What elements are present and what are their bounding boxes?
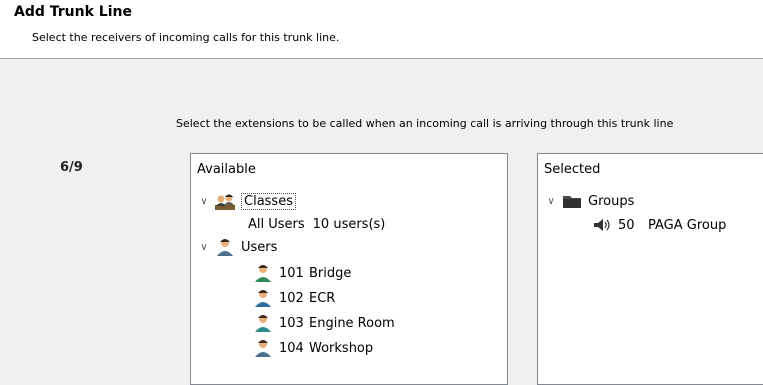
group-number: 50 bbox=[618, 217, 635, 233]
folder-icon bbox=[562, 192, 582, 210]
speaker-icon bbox=[592, 216, 612, 234]
page-title: Add Trunk Line bbox=[14, 4, 132, 20]
step-indicator: 6/9 bbox=[60, 160, 83, 175]
user-item[interactable]: 101 Bridge bbox=[253, 262, 351, 284]
available-list[interactable]: Available ∨ Classes All Users 10 users(s… bbox=[190, 153, 508, 385]
tree-node-users[interactable]: ∨ Users bbox=[197, 236, 277, 258]
wizard-header: Add Trunk Line Select the receivers of i… bbox=[0, 0, 763, 58]
chevron-down-icon[interactable]: ∨ bbox=[197, 242, 211, 253]
user-name: Workshop bbox=[309, 340, 374, 356]
tree-node-classes[interactable]: ∨ Classes bbox=[197, 190, 296, 212]
user-icon bbox=[253, 339, 273, 357]
user-number: 102 bbox=[279, 290, 304, 306]
instruction-text: Select the extensions to be called when … bbox=[176, 117, 674, 130]
user-number: 101 bbox=[279, 265, 304, 281]
groups-label: Groups bbox=[588, 193, 635, 209]
user-name: ECR bbox=[309, 290, 336, 306]
selected-title: Selected bbox=[544, 162, 601, 177]
header-divider bbox=[0, 58, 763, 59]
group-name: PAGA Group bbox=[648, 217, 727, 233]
available-title: Available bbox=[197, 162, 256, 177]
selected-list[interactable]: Selected ∨ Groups 50 PAGA Group bbox=[537, 153, 763, 385]
user-item[interactable]: 103 Engine Room bbox=[253, 312, 395, 334]
user-name: Bridge bbox=[309, 265, 352, 281]
user-icon bbox=[253, 289, 273, 307]
user-icon bbox=[253, 314, 273, 332]
group-item[interactable]: 50 PAGA Group bbox=[592, 214, 726, 236]
tree-item-all-users[interactable]: All Users 10 users(s) bbox=[248, 213, 385, 235]
chevron-down-icon[interactable]: ∨ bbox=[544, 196, 558, 207]
tree-node-groups[interactable]: ∨ Groups bbox=[544, 190, 634, 212]
user-item[interactable]: 102 ECR bbox=[253, 287, 335, 309]
page-subtitle: Select the receivers of incoming calls f… bbox=[32, 31, 340, 44]
chevron-down-icon[interactable]: ∨ bbox=[197, 196, 211, 207]
users-icon bbox=[215, 238, 235, 256]
classes-icon bbox=[215, 192, 235, 210]
user-number: 103 bbox=[279, 315, 304, 331]
user-item[interactable]: 104 Workshop bbox=[253, 337, 373, 359]
user-name: Engine Room bbox=[309, 315, 395, 331]
user-icon bbox=[253, 264, 273, 282]
users-label: Users bbox=[241, 239, 278, 255]
all-users-label: All Users bbox=[248, 216, 305, 232]
all-users-count: 10 users(s) bbox=[312, 216, 386, 232]
classes-label: Classes bbox=[241, 192, 296, 210]
user-number: 104 bbox=[279, 340, 304, 356]
